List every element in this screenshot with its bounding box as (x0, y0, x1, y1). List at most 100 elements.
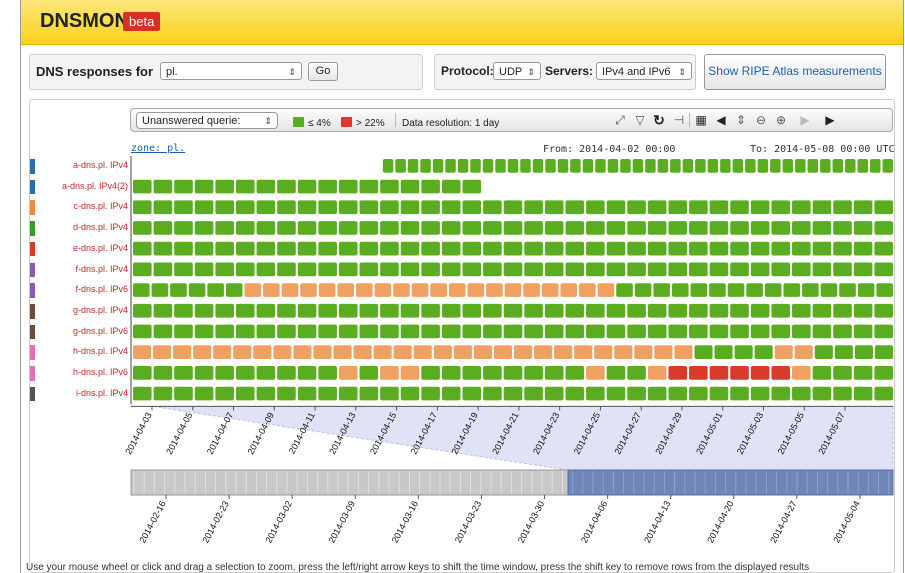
heatmap-cell[interactable] (632, 159, 644, 173)
heatmap-cell[interactable] (689, 303, 708, 318)
heatmap-cell[interactable] (620, 159, 631, 173)
heatmap-cell[interactable] (483, 303, 502, 318)
heatmap-cell[interactable] (338, 386, 358, 401)
heatmap-cell[interactable] (277, 179, 296, 194)
heatmap-cell[interactable] (174, 221, 193, 235)
heatmap-cell[interactable] (359, 200, 379, 215)
heatmap-cell[interactable] (782, 159, 794, 173)
heatmap-cell[interactable] (297, 303, 317, 318)
heatmap-cell[interactable] (338, 324, 358, 339)
heatmap-cell[interactable] (544, 386, 564, 401)
heatmap-cell[interactable] (483, 262, 502, 277)
heatmap-cell[interactable] (807, 159, 819, 173)
heatmap-cell[interactable] (338, 200, 358, 215)
heatmap-cell[interactable] (432, 159, 444, 173)
heatmap-cell[interactable] (215, 303, 234, 318)
heatmap-cell[interactable] (430, 283, 447, 297)
heatmap-cell[interactable] (606, 366, 626, 380)
heatmap-cell[interactable] (483, 241, 502, 256)
heatmap-cell[interactable] (545, 159, 556, 173)
heatmap-cell[interactable] (174, 262, 193, 277)
heatmap-cell[interactable] (668, 262, 688, 277)
heatmap-cell[interactable] (318, 366, 337, 380)
heatmap-cell[interactable] (524, 366, 543, 380)
heatmap-cell[interactable] (709, 283, 726, 297)
heatmap-cell[interactable] (174, 200, 193, 215)
heatmap-cell[interactable] (483, 324, 502, 339)
heatmap-cell[interactable] (854, 345, 873, 359)
heatmap-cell[interactable] (544, 200, 564, 215)
heatmap-cell[interactable] (579, 283, 596, 297)
heatmap-cell[interactable] (792, 386, 811, 401)
heatmap-cell[interactable] (133, 262, 152, 277)
heatmap-cell[interactable] (690, 283, 708, 297)
heatmap-cell[interactable] (730, 324, 749, 339)
heatmap-cell[interactable] (244, 283, 262, 297)
heatmap-cell[interactable] (557, 159, 569, 173)
heatmap-cell[interactable] (682, 159, 694, 173)
heatmap-cell[interactable] (524, 241, 543, 256)
heatmap-cell[interactable] (709, 241, 729, 256)
heatmap-cell[interactable] (337, 283, 355, 297)
heatmap-cell[interactable] (876, 283, 893, 297)
heatmap-cell[interactable] (359, 386, 379, 401)
heatmap-cell[interactable] (153, 200, 173, 215)
heatmap-cell[interactable] (707, 159, 719, 173)
heatmap-cell[interactable] (783, 283, 801, 297)
heatmap-cell[interactable] (750, 241, 770, 256)
heatmap-cell[interactable] (318, 386, 337, 401)
heatmap-cell[interactable] (338, 221, 358, 235)
heatmap-cell[interactable] (256, 221, 276, 235)
heatmap-cell[interactable] (820, 159, 831, 173)
heatmap-cell[interactable] (483, 200, 502, 215)
heatmap-cell[interactable] (256, 200, 276, 215)
heatmap-cell[interactable] (745, 159, 756, 173)
heatmap-cell[interactable] (812, 262, 832, 277)
heatmap-cell[interactable] (256, 303, 276, 318)
heatmap-cell[interactable] (565, 324, 585, 339)
heatmap-cell[interactable] (634, 283, 652, 297)
heatmap-cell[interactable] (668, 386, 688, 401)
heatmap-cell[interactable] (421, 303, 440, 318)
heatmap-cell[interactable] (359, 241, 379, 256)
heatmap-cell[interactable] (586, 386, 605, 401)
heatmap-cell[interactable] (194, 200, 214, 215)
heatmap-cell[interactable] (792, 221, 811, 235)
heatmap-cell[interactable] (277, 221, 296, 235)
heatmap-cell[interactable] (359, 303, 379, 318)
heatmap-cell[interactable] (668, 241, 688, 256)
heatmap-cell[interactable] (812, 324, 832, 339)
heatmap-cell[interactable] (507, 159, 519, 173)
heatmap-cell[interactable] (565, 366, 585, 380)
heatmap-cell[interactable] (634, 345, 653, 359)
heatmap-cell[interactable] (235, 179, 255, 194)
heatmap-cell[interactable] (380, 221, 399, 235)
heatmap-cell[interactable] (318, 179, 337, 194)
heatmap-cell[interactable] (174, 324, 193, 339)
heatmap-cell[interactable] (448, 283, 466, 297)
heatmap-cell[interactable] (297, 221, 317, 235)
heatmap-cell[interactable] (207, 283, 224, 297)
heatmap-cell[interactable] (380, 262, 399, 277)
heatmap-cell[interactable] (833, 303, 852, 318)
heatmap-cell[interactable] (792, 241, 811, 256)
heatmap-cell[interactable] (714, 345, 733, 359)
heatmap-cell[interactable] (359, 179, 379, 194)
heatmap-cell[interactable] (792, 324, 811, 339)
heatmap-cell[interactable] (845, 159, 856, 173)
heatmap-cell[interactable] (853, 221, 873, 235)
heatmap-cell[interactable] (627, 303, 646, 318)
heatmap-cell[interactable] (318, 262, 337, 277)
heatmap-cell[interactable] (606, 303, 626, 318)
heatmap-cell[interactable] (473, 345, 492, 359)
heatmap-cell[interactable] (503, 366, 523, 380)
heatmap-cell[interactable] (421, 200, 440, 215)
heatmap-cell[interactable] (730, 303, 749, 318)
heatmap-cell[interactable] (373, 345, 392, 359)
heatmap-cell[interactable] (194, 303, 214, 318)
heatmap-cell[interactable] (853, 241, 873, 256)
heatmap-cell[interactable] (256, 262, 276, 277)
heatmap-cell[interactable] (750, 366, 770, 380)
heatmap-cell[interactable] (374, 283, 392, 297)
heatmap-cell[interactable] (235, 324, 255, 339)
